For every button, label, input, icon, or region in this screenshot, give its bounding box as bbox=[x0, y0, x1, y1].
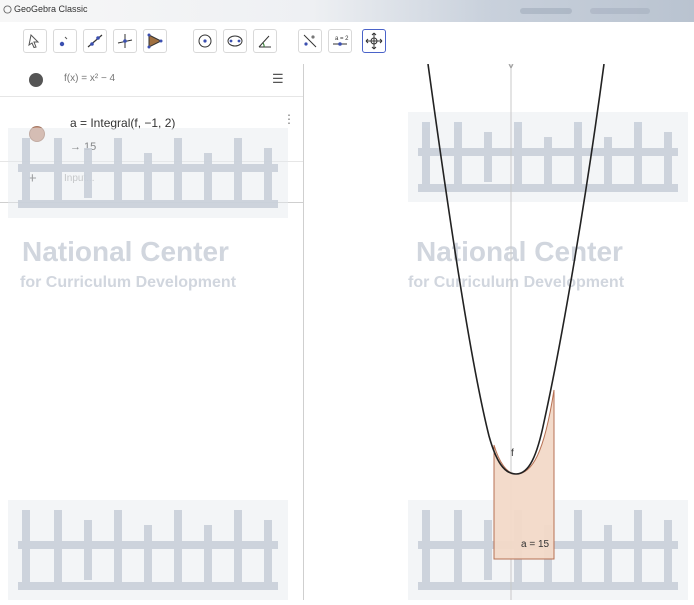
f-definition[interactable]: f(x) = x² − 4 bbox=[64, 73, 115, 84]
algebra-row-f[interactable]: f(x) = x² − 4 ☰ bbox=[0, 64, 303, 97]
window-title: GeoGebra Classic bbox=[14, 4, 88, 14]
move-graphics-view-tool-button[interactable] bbox=[362, 29, 386, 53]
function-curve bbox=[427, 64, 605, 475]
titlebar-control-blur bbox=[520, 8, 572, 14]
reflect-icon bbox=[303, 34, 317, 48]
circle-icon bbox=[198, 34, 212, 48]
titlebar-control-blur-2 bbox=[590, 8, 650, 14]
graphics-view[interactable]: National Center for Curriculum Developme… bbox=[304, 64, 694, 600]
area-label: a = 15 bbox=[521, 539, 550, 550]
line-icon bbox=[87, 34, 103, 48]
point-tool-button[interactable] bbox=[53, 29, 77, 53]
circle-tool-button[interactable] bbox=[193, 29, 217, 53]
algebra-view: f(x) = x² − 4 ☰ a = Integral(f, −1, 2) →… bbox=[0, 64, 304, 600]
watermark-arabic-top bbox=[8, 128, 288, 218]
point-icon bbox=[59, 36, 68, 47]
slider-tool-button[interactable]: a = 2 bbox=[328, 29, 352, 53]
ellipse-icon bbox=[227, 35, 243, 47]
watermark-line1: National Center bbox=[22, 236, 229, 267]
svg-text:a = 2: a = 2 bbox=[335, 36, 349, 42]
title-bar: GeoGebra Classic bbox=[0, 0, 694, 23]
ellipse-tool-button[interactable] bbox=[223, 29, 247, 53]
algebra-sort-icon[interactable]: ☰ bbox=[272, 71, 284, 87]
reflect-tool-button[interactable] bbox=[298, 29, 322, 53]
polygon-tool-button[interactable] bbox=[143, 29, 167, 53]
polygon-icon bbox=[147, 33, 163, 49]
perpendicular-line-tool-button[interactable] bbox=[113, 29, 137, 53]
cursor-arrow-icon bbox=[28, 33, 40, 49]
f-visibility-toggle[interactable] bbox=[29, 73, 43, 87]
angle-tool-button[interactable] bbox=[253, 29, 277, 53]
row-menu-icon[interactable]: ⋮ bbox=[283, 112, 295, 126]
function-label: f bbox=[511, 448, 514, 459]
angle-icon bbox=[258, 35, 271, 48]
graphics-canvas[interactable]: f a = 15 bbox=[304, 64, 694, 600]
watermark-line2: for Curriculum Development bbox=[20, 274, 237, 291]
perpendicular-line-icon bbox=[117, 34, 133, 48]
move-view-icon bbox=[365, 32, 383, 50]
slider-icon: a = 2 bbox=[333, 36, 349, 46]
app-icon bbox=[3, 5, 12, 14]
line-tool-button[interactable] bbox=[83, 29, 107, 53]
toolbar: a = 2 bbox=[0, 22, 694, 64]
watermark-arabic-bottom bbox=[8, 500, 288, 600]
move-tool-button[interactable] bbox=[23, 29, 47, 53]
